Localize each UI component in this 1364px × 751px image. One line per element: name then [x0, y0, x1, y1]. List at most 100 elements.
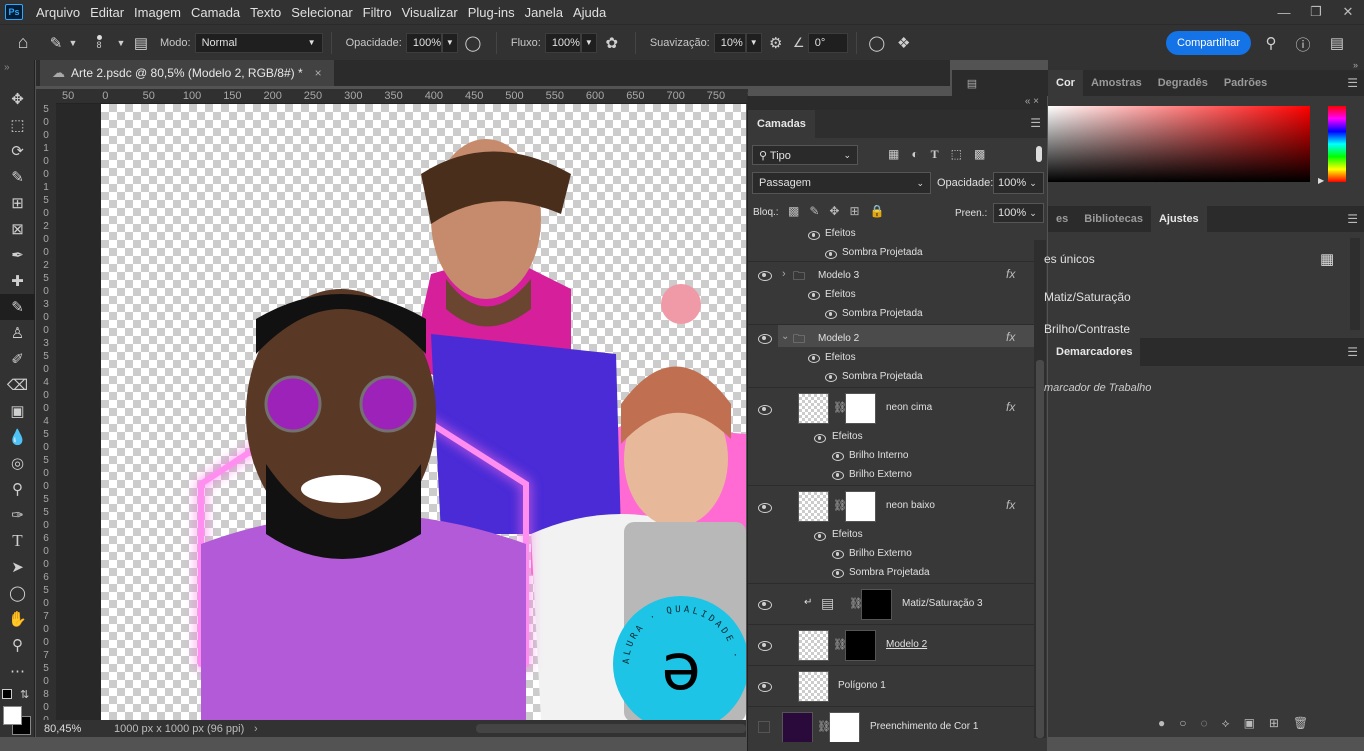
visibility-off-box[interactable]: [758, 721, 770, 733]
lock-pixels-icon[interactable]: ✎: [809, 204, 819, 218]
chevron-down-icon[interactable]: ▼: [745, 32, 762, 53]
panel-menu-icon[interactable]: ☰: [1347, 212, 1358, 226]
chevron-down-icon[interactable]: ▼: [441, 32, 458, 53]
properties-icon[interactable]: ▤: [952, 70, 992, 96]
layer-neon-baixo[interactable]: ⛓ neon baixo fx Efeitos Brilho Externo S…: [748, 486, 1034, 584]
fx-icon[interactable]: fx: [1006, 330, 1015, 344]
eye-icon[interactable]: [758, 405, 772, 415]
layer-opacity-input[interactable]: 100% ⌄: [993, 172, 1044, 194]
tab-cor[interactable]: Cor: [1048, 70, 1083, 96]
layer-matiz-saturacao-3[interactable]: ↵ ▤ ⛓ Matiz/Saturação 3: [748, 584, 1034, 625]
frame-tool-icon[interactable]: ⊠: [0, 216, 35, 242]
path-select-tool-icon[interactable]: ➤: [0, 554, 35, 580]
airbrush-icon[interactable]: ✿: [597, 34, 627, 52]
eye-icon[interactable]: [808, 231, 820, 240]
burn-tool-icon[interactable]: ⚲: [0, 476, 35, 502]
hue-pointer-icon[interactable]: ▶: [1318, 176, 1324, 185]
menu-camada[interactable]: Camada: [186, 5, 245, 20]
panel-collapse-bar[interactable]: « ×: [747, 96, 1047, 110]
menu-imagem[interactable]: Imagem: [129, 5, 186, 20]
grid-view-icon[interactable]: ▦: [1320, 250, 1334, 268]
add-mask-icon[interactable]: ▣: [1244, 716, 1255, 731]
panel-menu-icon[interactable]: ☰: [1347, 76, 1358, 90]
brush-tool-icon[interactable]: ✎: [0, 294, 35, 320]
more-tools-icon[interactable]: ⋯: [0, 658, 35, 684]
gradient-tool-icon[interactable]: ▣: [0, 398, 35, 424]
eye-icon[interactable]: [814, 434, 826, 443]
default-colors-icon[interactable]: [2, 689, 12, 699]
minimize-icon[interactable]: —: [1268, 0, 1300, 24]
zoom-level[interactable]: 80,45%: [36, 723, 104, 735]
stroke-path-icon[interactable]: ○: [1179, 716, 1186, 731]
healing-tool-icon[interactable]: ✚: [0, 268, 35, 294]
shape-filter-icon[interactable]: ⬚: [951, 147, 962, 162]
trash-icon[interactable]: 🗑: [1293, 716, 1308, 731]
layer-mask-thumbnail[interactable]: [845, 393, 876, 424]
artboard[interactable]: ə ALURA · QUALIDADE · AL: [101, 104, 746, 720]
eraser-tool-icon[interactable]: ⌫: [0, 372, 35, 398]
fx-icon[interactable]: fx: [1006, 400, 1015, 414]
eye-icon[interactable]: [808, 354, 820, 363]
hand-tool-icon[interactable]: ✋: [0, 606, 35, 632]
opacity-input[interactable]: 100%: [405, 32, 442, 53]
marquee-tool-icon[interactable]: ⬚: [0, 112, 35, 138]
type-filter-icon[interactable]: T: [931, 147, 939, 162]
swap-colors-icon[interactable]: ⇅: [20, 688, 29, 701]
layer-neon-cima[interactable]: ⛓ neon cima fx Efeitos Brilho Interno Br…: [748, 388, 1034, 486]
foreground-color-swatch[interactable]: [3, 706, 22, 725]
eye-icon[interactable]: [758, 271, 772, 281]
load-selection-icon[interactable]: ◌: [1201, 716, 1208, 731]
pen-tool-icon[interactable]: ✑: [0, 502, 35, 528]
tab-degrades[interactable]: Degradês: [1150, 70, 1216, 96]
eye-icon[interactable]: [758, 503, 772, 513]
menu-editar[interactable]: Editar: [85, 5, 129, 20]
home-icon[interactable]: ⌂: [0, 32, 46, 53]
scrollbar-thumb[interactable]: [1036, 360, 1044, 738]
layer-mask-thumbnail[interactable]: [861, 589, 892, 620]
collapse-icon[interactable]: »: [1048, 60, 1364, 70]
crop-tool-icon[interactable]: ⊞: [0, 190, 35, 216]
menu-plugins[interactable]: Plug-ins: [463, 5, 520, 20]
eye-icon[interactable]: [832, 452, 844, 461]
layer-group-modelo-3[interactable]: › 🗀 Modelo 3 fx Efeitos Sombra Projetada: [748, 262, 1034, 325]
layer-mask-thumbnail[interactable]: [829, 712, 860, 742]
tab-demarcadores[interactable]: Demarcadores: [1048, 338, 1141, 366]
canvas-area[interactable]: ə ALURA · QUALIDADE · AL: [56, 104, 746, 720]
panel-menu-icon[interactable]: ☰: [1347, 345, 1358, 359]
tab-propriedades[interactable]: es: [1048, 206, 1076, 232]
brush-settings-icon[interactable]: ▤: [128, 34, 154, 52]
move-tool-icon[interactable]: ✥: [0, 86, 35, 112]
eye-icon[interactable]: [808, 291, 820, 300]
close-icon[interactable]: ✕: [1332, 0, 1364, 24]
fill-path-icon[interactable]: ●: [1158, 716, 1165, 731]
fx-icon[interactable]: fx: [1006, 267, 1015, 281]
menu-visualizar[interactable]: Visualizar: [397, 5, 463, 20]
eye-icon[interactable]: [825, 310, 837, 319]
filter-toggle[interactable]: [1036, 146, 1042, 162]
blur-tool-icon[interactable]: 💧: [0, 424, 35, 450]
eyedropper-tool-icon[interactable]: ✒: [0, 242, 35, 268]
brush-tool-icon[interactable]: ✎: [46, 34, 66, 52]
chevron-down-icon[interactable]: ⌄: [781, 331, 789, 342]
menu-janela[interactable]: Janela: [520, 5, 568, 20]
document-tab[interactable]: ☁ Arte 2.psdc @ 80,5% (Modelo 2, RGB/8#)…: [40, 60, 334, 86]
layers-scrollbar[interactable]: [1034, 240, 1046, 738]
layer-modelo-2[interactable]: ⛓ Modelo 2: [748, 625, 1034, 666]
tab-padroes[interactable]: Padrões: [1216, 70, 1275, 96]
dodge-tool-icon[interactable]: ◎: [0, 450, 35, 476]
angle-input[interactable]: 0°: [807, 32, 848, 53]
eye-icon[interactable]: [758, 682, 772, 692]
eye-icon[interactable]: [758, 600, 772, 610]
eye-icon[interactable]: [814, 532, 826, 541]
menu-ajuda[interactable]: Ajuda: [568, 5, 611, 20]
tab-amostras[interactable]: Amostras: [1083, 70, 1150, 96]
layer-effects-row[interactable]: Efeitos Sombra Projetada: [748, 222, 1034, 262]
mode-select[interactable]: Normal ▼: [194, 32, 323, 53]
work-path-item[interactable]: marcador de Trabalho: [1044, 382, 1151, 394]
layer-fill-input[interactable]: 100% ⌄: [993, 203, 1044, 223]
menu-arquivo[interactable]: Arquivo: [31, 5, 85, 20]
collapse-icon[interactable]: »: [0, 60, 34, 86]
lock-artboard-icon[interactable]: ⊞: [849, 204, 859, 218]
brush-preset-picker[interactable]: 8: [84, 35, 114, 50]
eye-icon[interactable]: [825, 373, 837, 382]
